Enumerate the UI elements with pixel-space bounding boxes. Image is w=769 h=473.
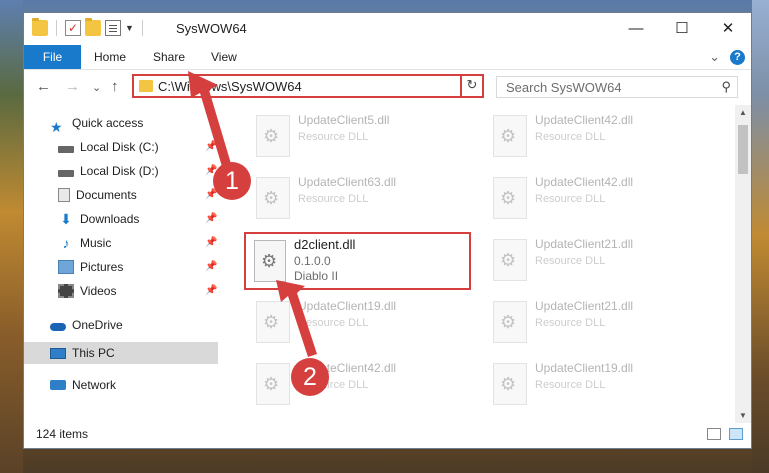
annotation-arrow-1 [188,71,232,170]
annotation-arrows [188,71,317,357]
step-2-badge: 2 [291,358,329,396]
step-1-badge: 1 [213,162,251,200]
annotation-arrow-2 [276,280,317,357]
